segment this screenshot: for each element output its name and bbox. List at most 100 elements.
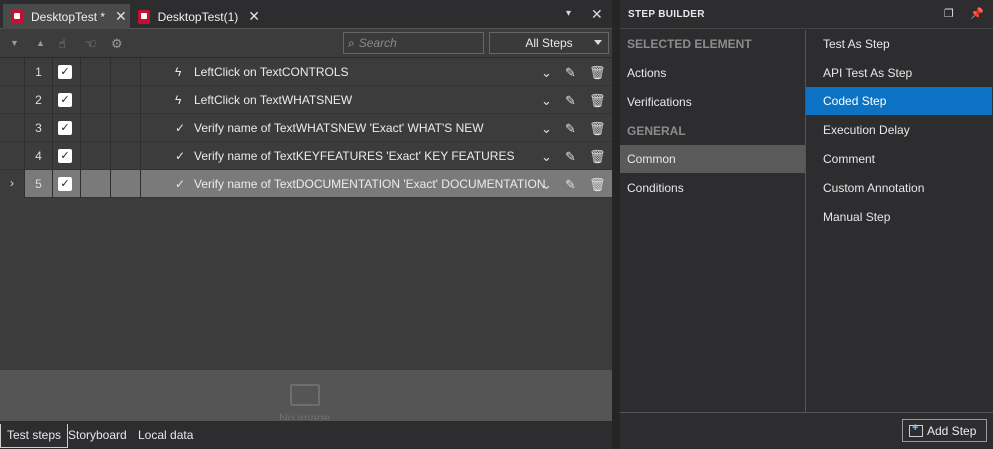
step-category-list: SELECTED ELEMENT Actions Verifications G… [620,30,806,413]
row-selector[interactable] [0,86,25,114]
row-selector-arrow-icon[interactable]: › [0,170,25,198]
step-description: Verify name of TextDOCUMENTATION 'Exact'… [194,177,546,191]
tab-overflow-icon[interactable]: ▾ [566,8,571,19]
step-enabled-checkbox[interactable]: ✓ [58,177,72,191]
step-builder-panel: STEP BUILDER ❐ 📌 SELECTED ELEMENT Action… [620,0,993,449]
step-row[interactable]: 3 ✓ ✓ Verify name of TextWHATSNEW 'Exact… [0,114,612,142]
tab-desktoptest-1[interactable]: DesktopTest(1) ✕ [130,4,260,29]
step-image-preview: No image [0,370,612,420]
expand-chevron-icon[interactable]: ⌄ [541,121,552,137]
step-enabled-checkbox[interactable]: ✓ [58,121,72,135]
edit-pencil-icon[interactable]: ✎ [565,177,576,193]
step-description: LeftClick on TextWHATSNEW [194,93,353,107]
step-description: LeftClick on TextCONTROLS [194,65,349,79]
category-verifications[interactable]: Verifications [620,88,805,116]
step-row[interactable]: 2 ✓ ϟ LeftClick on TextWHATSNEW ⌄ ✎ 🗑 [0,86,612,114]
step-row[interactable]: › 5 ✓ ✓ Verify name of TextDOCUMENTATION… [0,170,612,198]
verify-check-icon: ✓ [175,121,186,135]
step-enabled-checkbox[interactable]: ✓ [58,93,72,107]
image-placeholder-icon [290,384,320,406]
delete-trash-icon[interactable]: 🗑 [589,149,606,165]
expand-chevron-icon[interactable]: ⌄ [541,149,552,165]
row-selector[interactable] [0,142,25,170]
bottom-tab-bar: Test steps Storyboard Local data [0,420,612,449]
step-builder-header: STEP BUILDER ❐ 📌 [620,0,993,29]
add-step-icon [909,422,923,437]
close-icon[interactable]: ✕ [115,8,127,25]
tab-storyboard[interactable]: Storyboard [62,424,133,448]
move-up-icon[interactable]: ▲ [36,38,45,48]
expand-chevron-icon[interactable]: ⌄ [541,93,552,109]
tab-test-steps[interactable]: Test steps [0,424,69,448]
step-enabled-checkbox[interactable]: ✓ [58,149,72,163]
step-type-manual-step[interactable]: Manual Step [806,203,992,231]
delete-trash-icon[interactable]: 🗑 [589,93,606,109]
tab-label: DesktopTest * [31,9,106,24]
step-type-comment[interactable]: Comment [806,145,992,173]
step-type-list: Test As Step API Test As Step Coded Step… [806,30,993,413]
chevron-down-icon [594,40,602,45]
row-selector[interactable] [0,58,25,86]
step-number: 4 [25,142,53,170]
pin-icon[interactable]: 📌 [970,7,984,20]
category-conditions[interactable]: Conditions [620,174,805,202]
search-icon: ⌕ [348,35,355,50]
step-number: 1 [25,58,53,86]
step-number: 5 [25,170,53,198]
pane-splitter[interactable] [612,0,620,449]
verify-check-icon: ✓ [175,177,186,191]
hand-icon[interactable]: ☝ [58,36,66,52]
step-description: Verify name of TextWHATSNEW 'Exact' WHAT… [194,121,484,135]
search-input[interactable]: ⌕ Search [343,32,484,54]
edit-pencil-icon[interactable]: ✎ [565,93,576,109]
tab-desktoptest[interactable]: DesktopTest * ✕ [3,4,130,29]
expand-chevron-icon[interactable]: ⌄ [541,65,552,81]
row-selector[interactable] [0,114,25,142]
category-actions[interactable]: Actions [620,59,805,87]
category-header-selected-element: SELECTED ELEMENT [627,37,752,51]
test-file-icon [138,9,150,24]
steps-toolbar: ▼ ▲ ☝ ☜ ⚙ ⌕ Search All Steps [0,30,612,58]
verify-check-icon: ✓ [175,149,186,163]
category-common[interactable]: Common [620,145,805,173]
tab-local-data[interactable]: Local data [132,424,199,448]
step-type-execution-delay[interactable]: Execution Delay [806,116,992,144]
test-steps-list: 1 ✓ ϟ LeftClick on TextCONTROLS ⌄ ✎ 🗑 2 … [0,58,612,198]
test-file-icon [11,9,23,24]
step-type-coded-step[interactable]: Coded Step [806,87,992,115]
delete-trash-icon[interactable]: 🗑 [589,177,606,193]
close-icon[interactable]: ✕ [248,8,260,25]
restore-window-icon[interactable]: ❐ [944,7,954,20]
panel-title: STEP BUILDER [628,9,705,20]
step-row[interactable]: 4 ✓ ✓ Verify name of TextKEYFEATURES 'Ex… [0,142,612,170]
close-all-icon[interactable]: ✕ [591,6,603,23]
no-image-label: No image [279,411,331,420]
step-type-custom-annotation[interactable]: Custom Annotation [806,174,992,202]
delete-trash-icon[interactable]: 🗑 [589,121,606,137]
filter-value: All Steps [525,36,573,50]
document-tab-bar: DesktopTest * ✕ DesktopTest(1) ✕ ▾ ✕ [0,0,612,29]
hand-pointer-icon[interactable]: ☜ [85,36,97,52]
tab-label: DesktopTest(1) [157,9,239,24]
step-enabled-checkbox[interactable]: ✓ [58,65,72,79]
step-filter-dropdown[interactable]: All Steps [489,32,609,54]
delete-trash-icon[interactable]: 🗑 [589,65,606,81]
add-step-label: Add Step [927,423,977,438]
add-step-button[interactable]: Add Step [902,419,987,442]
edit-pencil-icon[interactable]: ✎ [565,65,576,81]
edit-pencil-icon[interactable]: ✎ [565,149,576,165]
bolt-icon: ϟ [175,93,182,107]
category-header-general: GENERAL [627,124,686,138]
step-number: 2 [25,86,53,114]
step-row[interactable]: 1 ✓ ϟ LeftClick on TextCONTROLS ⌄ ✎ 🗑 [0,58,612,86]
edit-pencil-icon[interactable]: ✎ [565,121,576,137]
bolt-icon: ϟ [175,65,182,79]
step-type-test-as-step[interactable]: Test As Step [806,30,992,58]
step-number: 3 [25,114,53,142]
step-type-api-test-as-step[interactable]: API Test As Step [806,59,992,87]
step-description: Verify name of TextKEYFEATURES 'Exact' K… [194,149,515,163]
test-editor-pane: DesktopTest * ✕ DesktopTest(1) ✕ ▾ ✕ ▼ ▲… [0,0,612,449]
settings-gear-icon[interactable]: ⚙ [111,36,123,52]
expand-chevron-icon[interactable]: ⌄ [541,177,552,193]
move-down-icon[interactable]: ▼ [10,38,19,48]
